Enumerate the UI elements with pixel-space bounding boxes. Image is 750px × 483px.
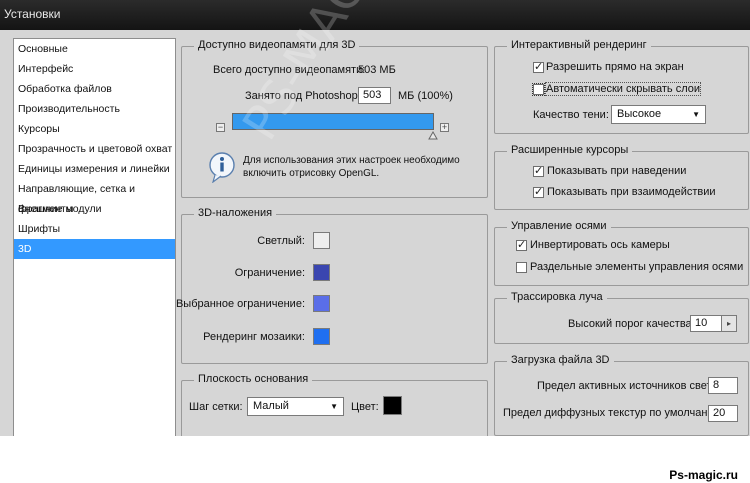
diffuse-textures-limit-input[interactable]: 20 [708, 405, 738, 422]
overlay-bound-swatch[interactable] [313, 264, 330, 281]
shadow-quality-value: Высокое [617, 108, 662, 120]
diffuse-textures-limit-label: Предел диффузных текстур по умолчанию: [503, 407, 725, 419]
overlay-mosaic-label: Рендеринг мозаики: [203, 331, 305, 343]
overlay-bound-label: Ограничение: [234, 267, 305, 279]
nav-item-plugins[interactable]: Внешние модули [14, 199, 175, 219]
nav-item-performance[interactable]: Производительность [14, 99, 175, 119]
threshold-spin-button[interactable]: ▸ [721, 315, 737, 332]
nav-item-general[interactable]: Основные [14, 39, 175, 59]
used-vram-unit: МБ (100%) [398, 90, 453, 102]
overlays-legend: 3D-наложения [194, 207, 277, 219]
nav-item-transparency[interactable]: Прозрачность и цветовой охват [14, 139, 175, 159]
auto-hide-layers-checkbox[interactable] [532, 83, 545, 96]
axis-control-legend: Управление осями [507, 220, 611, 232]
separate-axis-controls-label: Раздельные элементы управления осями [530, 261, 744, 273]
shadow-quality-label: Качество тени: [533, 109, 609, 121]
ray-tracer-legend: Трассировка луча [507, 291, 607, 303]
decrease-vram-button[interactable]: − [216, 123, 225, 132]
preferences-dialog: Установки Основные Интерфейс Обработка ф… [0, 0, 750, 436]
file-loading-legend: Загрузка файла 3D [507, 354, 614, 366]
auto-hide-layers-label: Автоматически скрывать слои [544, 82, 702, 96]
ground-color-label: Цвет: [351, 401, 379, 413]
active-lights-limit-input[interactable]: 8 [708, 377, 738, 394]
shadow-quality-select[interactable]: Высокое ▼ [611, 105, 706, 124]
axis-control-group: Управление осями [494, 220, 749, 286]
chevron-right-icon: ▸ [726, 319, 731, 328]
chevron-down-icon: ▼ [330, 402, 338, 411]
site-credit: Ps-magic.ru [669, 468, 738, 482]
overlay-mosaic-swatch[interactable] [313, 328, 330, 345]
nav-item-file-handling[interactable]: Обработка файлов [14, 79, 175, 99]
show-on-interact-checkbox[interactable] [533, 185, 544, 198]
nav-item-guides-grid[interactable]: Направляющие, сетка и фрагменты [14, 179, 175, 215]
allow-direct-label: Разрешить прямо на экран [546, 61, 684, 73]
separate-axis-controls-checkbox[interactable] [516, 262, 527, 273]
grid-size-select[interactable]: Малый ▼ [247, 397, 344, 416]
grid-size-value: Малый [253, 400, 289, 412]
overlay-light-label: Светлый: [257, 235, 305, 247]
invert-camera-axis-label: Инвертировать ось камеры [530, 239, 670, 251]
high-quality-threshold-input[interactable]: 10 [690, 315, 722, 332]
interactive-rendering-legend: Интерактивный рендеринг [507, 39, 651, 51]
grid-size-label: Шаг сетки: [189, 401, 243, 413]
overlay-light-swatch[interactable] [313, 232, 330, 249]
rich-cursors-legend: Расширенные курсоры [507, 144, 633, 156]
nav-item-units-rulers[interactable]: Единицы измерения и линейки [14, 159, 175, 179]
slider-thumb-icon[interactable] [428, 131, 438, 141]
active-lights-limit-label: Предел активных источников света: [537, 380, 721, 392]
show-on-hover-checkbox[interactable] [533, 164, 544, 177]
show-on-hover-label: Показывать при наведении [547, 165, 687, 177]
info-text-line-2: включить отрисовку OpenGL. [243, 168, 380, 179]
total-vram-value: 503 МБ [358, 64, 396, 76]
allow-direct-checkbox[interactable] [533, 60, 544, 73]
ground-color-swatch[interactable] [383, 396, 402, 415]
ground-plane-legend: Плоскость основания [194, 373, 313, 385]
info-icon [209, 152, 235, 183]
nav-item-cursors[interactable]: Курсоры [14, 119, 175, 139]
file-loading-group: Загрузка файла 3D [494, 354, 749, 436]
rich-cursors-group: Расширенные курсоры [494, 144, 749, 210]
overlay-selected-bound-label: Выбранное ограничение: [175, 298, 305, 310]
title-bar[interactable]: Установки [0, 0, 750, 30]
overlay-selected-bound-swatch[interactable] [313, 295, 330, 312]
nav-item-3d[interactable]: 3D [14, 239, 175, 259]
nav-item-type[interactable]: Шрифты [14, 219, 175, 239]
window-title: Установки [4, 7, 61, 21]
chevron-down-icon: ▼ [692, 110, 700, 119]
invert-camera-axis-checkbox[interactable] [516, 238, 527, 251]
used-vram-input[interactable]: 503 [358, 87, 391, 104]
show-on-interact-label: Показывать при взаимодействии [547, 186, 716, 198]
increase-vram-button[interactable]: + [440, 123, 449, 132]
preferences-nav-list: Основные Интерфейс Обработка файлов Прои… [13, 38, 176, 436]
nav-item-interface[interactable]: Интерфейс [14, 59, 175, 79]
info-text-line-1: Для использования этих настроек необходи… [243, 155, 460, 166]
high-quality-threshold-label: Высокий порог качества: [568, 318, 695, 330]
